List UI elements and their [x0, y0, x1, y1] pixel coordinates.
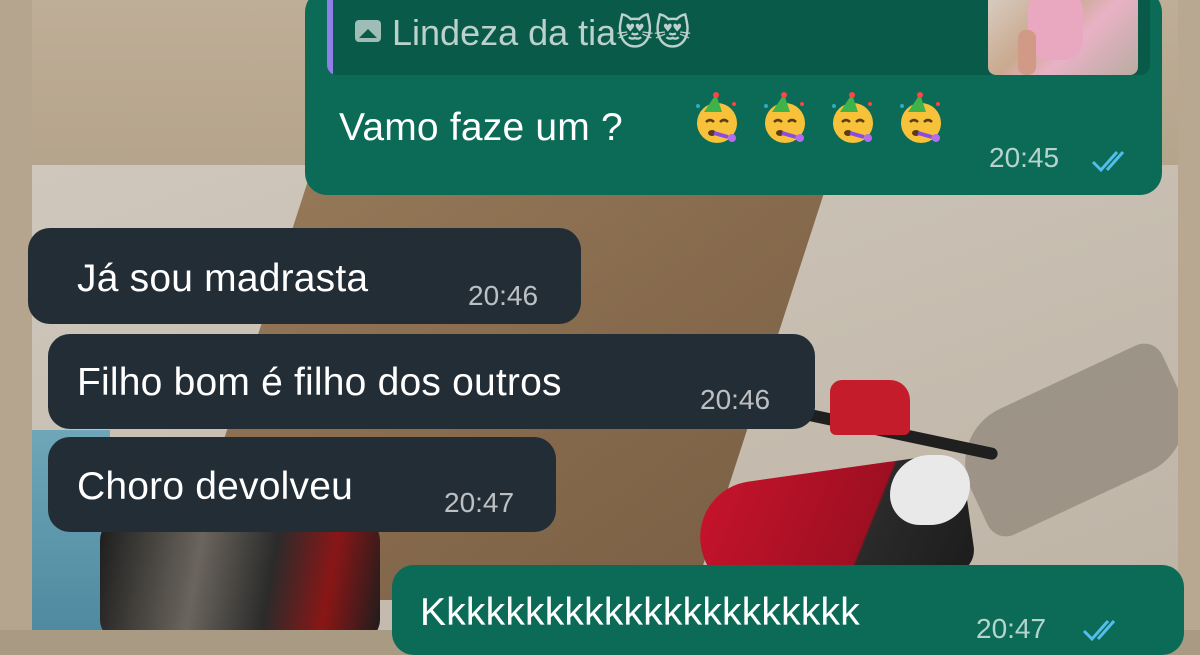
quoted-message-text: Lindeza da tia😻😻: [392, 12, 692, 53]
partying-face-emoji-icon: [764, 92, 805, 143]
message-time: 20:45: [989, 142, 1060, 173]
outgoing-message-bubble[interactable]: Kkkkkkkkkkkkkkkkkkkkkk 20:47: [392, 565, 1184, 655]
message-text: Choro devolveu: [77, 465, 353, 508]
incoming-message-bubble[interactable]: Já sou madrasta 20:46: [28, 228, 581, 324]
read-double-check-icon: [1082, 620, 1116, 642]
incoming-message-bubble[interactable]: Choro devolveu 20:47: [48, 437, 556, 532]
message-time: 20:47: [976, 613, 1047, 644]
quoted-image-thumbnail: [988, 0, 1138, 75]
quote-accent-bar: [327, 0, 333, 75]
message-text: Kkkkkkkkkkkkkkkkkkkkkk: [420, 591, 860, 634]
read-double-check-icon: [1091, 151, 1125, 173]
emoji-group: [690, 92, 948, 146]
message-time: 20:46: [700, 384, 771, 415]
message-text: Filho bom é filho dos outros: [77, 361, 562, 404]
image-icon: [355, 20, 381, 42]
message-time: 20:47: [444, 487, 515, 518]
partying-face-emoji-icon: [696, 92, 737, 143]
partying-face-emoji-icon: [900, 92, 941, 143]
incoming-message-bubble[interactable]: Filho bom é filho dos outros 20:46: [48, 334, 815, 429]
message-time: 20:46: [468, 280, 539, 311]
outgoing-message-bubble[interactable]: Lindeza da tia😻😻 Vamo faze um ? 20:45: [305, 0, 1162, 195]
quoted-message[interactable]: Lindeza da tia😻😻: [327, 0, 1150, 75]
message-text: Já sou madrasta: [77, 257, 369, 300]
message-text: Vamo faze um ?: [339, 106, 623, 149]
partying-face-emoji-icon: [832, 92, 873, 143]
